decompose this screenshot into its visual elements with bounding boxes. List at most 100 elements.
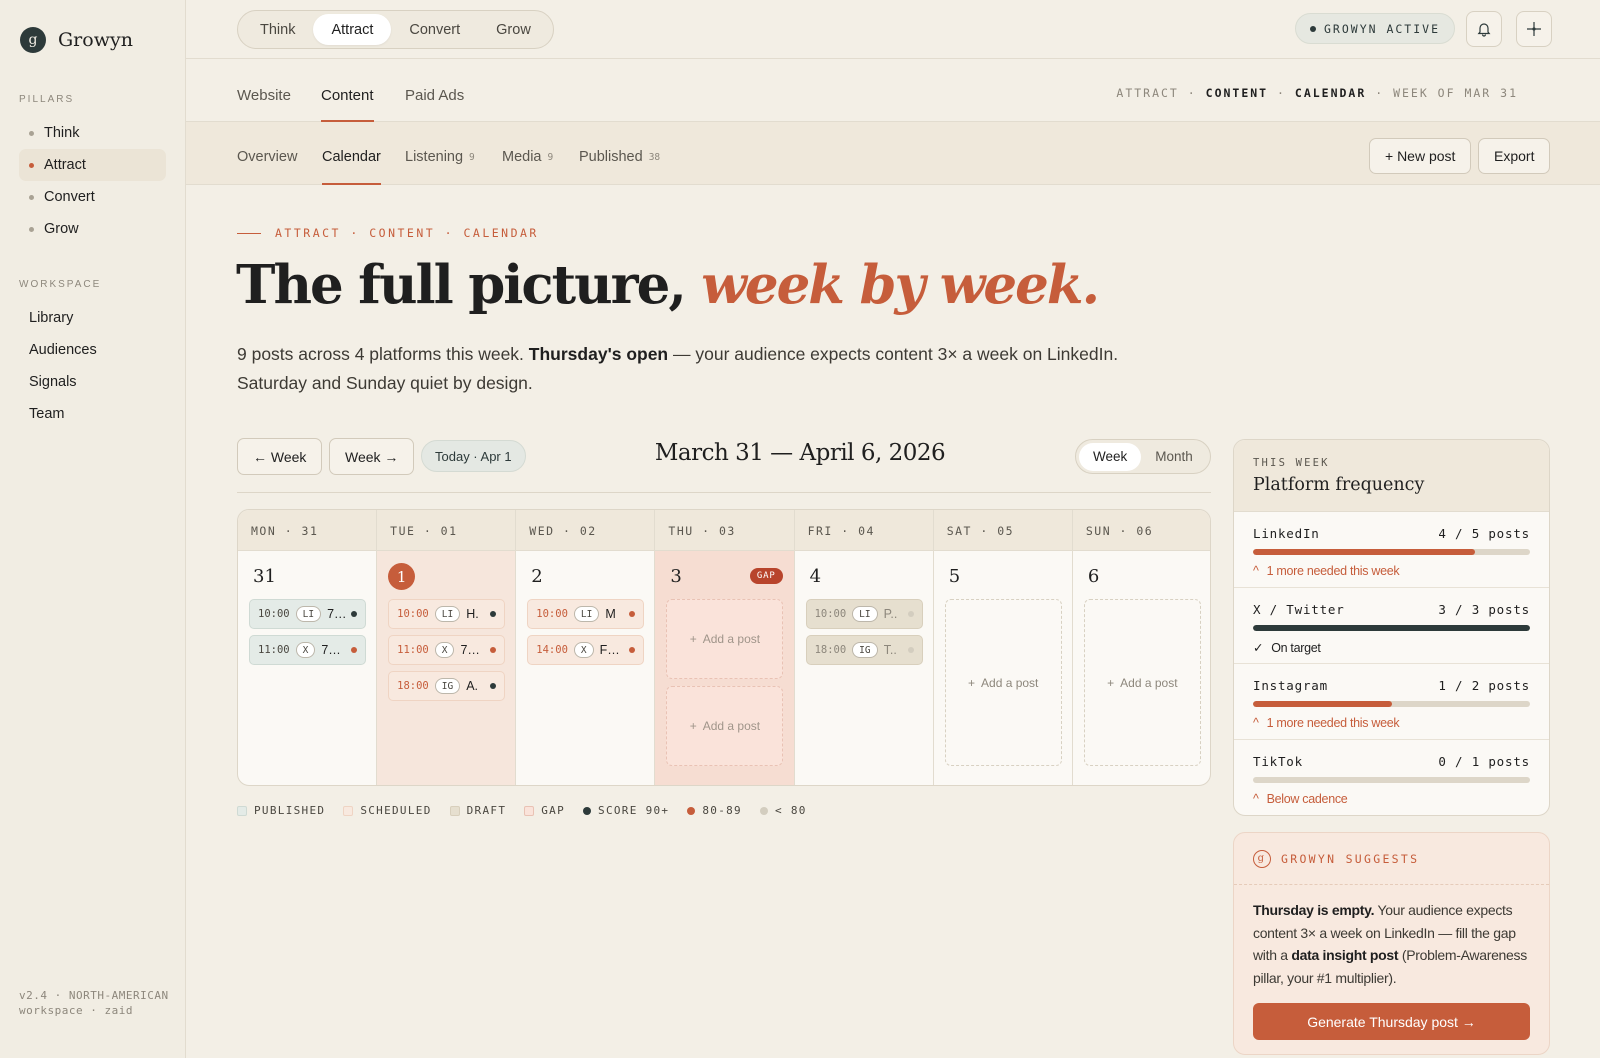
sidebar-item-attract[interactable]: Attract <box>19 149 166 181</box>
panel-eyebrow: THIS WEEK <box>1253 457 1330 469</box>
post-time: 11:00 <box>397 644 429 656</box>
legend-label: SCORE 90+ <box>598 804 670 817</box>
add-post-label: Add a post <box>702 719 761 733</box>
post-card[interactable]: 10:00 LI M <box>527 599 645 629</box>
post-card[interactable]: 14:00 X F… <box>527 635 645 665</box>
breadcrumb-separator: · <box>1366 86 1394 100</box>
tab-paid-ads[interactable]: Paid Ads <box>405 87 464 122</box>
post-card[interactable]: 18:00 IG T.. <box>805 635 923 665</box>
sidebar-item-label: Convert <box>44 189 95 205</box>
legend-score-high: SCORE 90+ <box>583 804 669 817</box>
add-post-slot[interactable]: + Add a post <box>944 599 1062 766</box>
view-month-option[interactable]: Month <box>1141 443 1207 471</box>
legend-gap: GAP <box>524 804 565 817</box>
post-title: 7… <box>460 643 480 657</box>
next-week-button[interactable]: Week → <box>329 438 415 475</box>
brand[interactable]: g Growyn <box>20 27 133 53</box>
sidebar-item-signals[interactable]: Signals <box>19 366 166 398</box>
post-card[interactable]: 18:00 IG A. <box>388 671 506 701</box>
suggestion-emphasis: data insight post <box>1291 947 1399 963</box>
new-post-button[interactable]: + New post <box>1369 138 1472 174</box>
pillar-tab-grow[interactable]: Grow <box>478 14 549 45</box>
post-card[interactable]: 11:00 X 7… <box>249 635 366 665</box>
tab-media[interactable]: Media 9 <box>502 149 553 185</box>
page-title: The full picture, week by week. <box>236 254 1100 316</box>
frequency-note-text: On target <box>1271 640 1321 655</box>
add-post-slot[interactable]: + Add a post <box>666 599 784 679</box>
breadcrumb-separator: · <box>1178 86 1206 100</box>
platform-badge: X <box>573 642 594 658</box>
post-card[interactable]: 10:00 LI P.. <box>805 599 923 629</box>
post-count: 0 / 1 posts <box>1438 754 1530 769</box>
plus-icon: + <box>689 632 697 646</box>
post-title: A. <box>466 679 479 693</box>
post-count: 1 / 2 posts <box>1438 678 1530 693</box>
calendar-day-column: SAT · 05 5 + Add a post <box>933 510 1073 785</box>
status-dot-icon <box>1310 25 1316 32</box>
tab-published[interactable]: Published 38 <box>579 149 660 185</box>
sidebar-item-think[interactable]: Think <box>19 117 166 149</box>
check-icon: ✓ <box>1253 641 1264 655</box>
add-post-slot[interactable]: + Add a post <box>666 686 784 766</box>
platform-badge: LI <box>295 606 322 622</box>
calendar-day-column: MON · 31 31 10:00 LI 7… 11:00 X 7… <box>238 510 378 785</box>
bullet-icon <box>29 162 34 168</box>
calendar-day-column: TUE · 01 1 10:00 LI H. 11:00 X 7… 18:00 IG A. <box>377 510 517 785</box>
legend-label: GAP <box>541 804 566 817</box>
sidebar-item-audiences[interactable]: Audiences <box>19 334 166 366</box>
sidebar-pillar-list: Think Attract Convert Grow <box>19 117 166 245</box>
post-title: M <box>605 607 616 621</box>
gap-badge: GAP <box>749 568 783 584</box>
pillar-tab-think[interactable]: Think <box>242 14 313 45</box>
tab-content[interactable]: Content <box>321 87 374 122</box>
page-subtitle: 9 posts across 4 platforms this week. Th… <box>237 340 1137 398</box>
day-number: 5 <box>948 566 961 587</box>
legend-label: PUBLISHED <box>254 804 326 817</box>
post-title: F… <box>599 643 620 657</box>
legend-draft: DRAFT <box>449 804 507 817</box>
frequency-bar-fill <box>1253 625 1530 631</box>
platform-badge: X <box>295 642 316 658</box>
frequency-bar <box>1253 777 1530 783</box>
pillar-tab-convert[interactable]: Convert <box>391 14 478 45</box>
today-chip[interactable]: Today · Apr 1 <box>421 440 526 472</box>
score-dot-icon <box>351 647 357 653</box>
bullet-icon <box>29 226 34 232</box>
legend-scheduled: SCHEDULED <box>343 804 431 817</box>
tab-count: 38 <box>648 152 661 163</box>
score-dot-icon <box>490 611 497 617</box>
notifications-button[interactable] <box>1466 11 1502 47</box>
export-button[interactable]: Export <box>1478 138 1551 174</box>
post-time: 11:00 <box>258 644 290 656</box>
add-post-label: Add a post <box>981 675 1039 690</box>
post-card[interactable]: 10:00 LI 7… <box>249 599 366 629</box>
post-card[interactable]: 10:00 LI H. <box>388 599 506 629</box>
sidebar-item-label: Grow <box>44 221 79 237</box>
sidebar-item-grow[interactable]: Grow <box>19 213 166 245</box>
tab-website[interactable]: Website <box>237 87 291 122</box>
platform-badge: X <box>434 642 455 658</box>
sidebar-item-convert[interactable]: Convert <box>19 181 166 213</box>
post-time: 14:00 <box>536 644 568 656</box>
view-week-option[interactable]: Week <box>1079 442 1142 471</box>
sidebar-item-library[interactable]: Library <box>19 302 166 334</box>
tab-calendar[interactable]: Calendar <box>322 149 381 185</box>
day-header: WED · 02 <box>516 510 655 551</box>
frequency-row: LinkedIn 4 / 5 posts ^ 1 more needed this w… <box>1234 512 1549 588</box>
score-dot-icon <box>759 806 768 815</box>
tab-overview[interactable]: Overview <box>237 149 297 185</box>
generate-thursday-post-button[interactable]: Generate Thursday post → <box>1253 1003 1530 1040</box>
add-post-slot[interactable]: + Add a post <box>1083 599 1201 766</box>
spark-button[interactable] <box>1516 11 1552 47</box>
pillar-tab-attract[interactable]: Attract <box>313 14 392 45</box>
tab-listening[interactable]: Listening 9 <box>405 149 475 185</box>
legend-published: PUBLISHED <box>237 804 325 817</box>
sidebar-workspace-list: Library Audiences Signals Team <box>19 302 166 430</box>
sidebar-item-team[interactable]: Team <box>19 398 166 430</box>
prev-week-button[interactable]: ← Week <box>237 438 323 475</box>
section-nav: Website Content Paid Ads ATTRACT · CONTE… <box>186 59 1600 122</box>
pillar-switcher: Think Attract Convert Grow <box>237 10 554 49</box>
score-dot-icon <box>583 806 592 815</box>
subtitle-emphasis: Thursday's open <box>528 344 669 364</box>
post-card[interactable]: 11:00 X 7… <box>388 635 506 665</box>
